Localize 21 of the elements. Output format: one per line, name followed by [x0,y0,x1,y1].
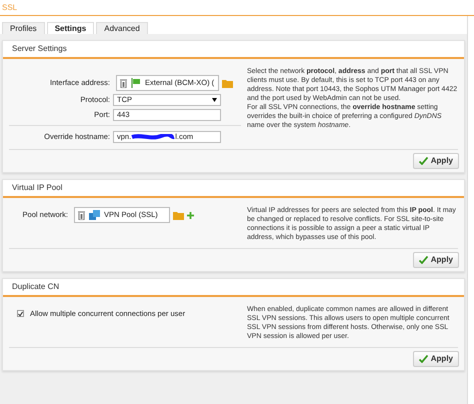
checkmark-icon [418,157,428,165]
tab[interactable]: Advanced [96,22,148,34]
trash-icon[interactable] [78,210,85,220]
dropdown-arrow-icon [212,98,217,102]
flag-icon [131,78,141,88]
tab[interactable]: Profiles [2,22,45,34]
section-header: Server Settings [3,41,464,59]
trash-icon[interactable] [120,78,127,88]
apply-button[interactable]: Apply [412,351,459,367]
checkbox[interactable] [17,310,24,318]
add-icon[interactable] [187,212,194,218]
redaction-mark [131,134,176,140]
checkmark-icon [418,256,428,264]
network-icon [89,210,100,220]
section-header: Virtual IP Pool [3,180,464,198]
checkmark-icon [418,355,428,363]
apply-button[interactable]: Apply [412,252,459,268]
section-header: Duplicate CN [3,279,464,297]
apply-button[interactable]: Apply [412,153,459,169]
tab[interactable]: Settings [46,22,94,34]
window-title: SSL [2,2,18,14]
